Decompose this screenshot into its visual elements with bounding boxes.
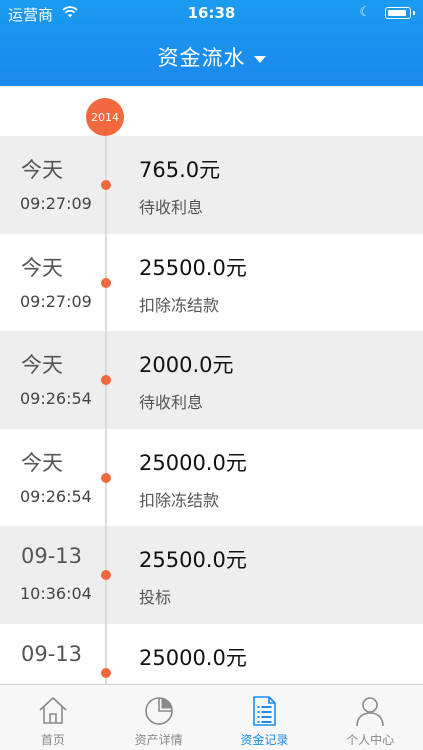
timeline-dot bbox=[101, 180, 111, 190]
record-row[interactable]: 09-13 25000.0元 bbox=[0, 624, 423, 685]
nav-title-dropdown[interactable]: 资金流水 bbox=[0, 42, 423, 72]
person-icon bbox=[356, 697, 384, 727]
battery-icon bbox=[385, 7, 415, 19]
record-time: 09:27:09 bbox=[20, 194, 92, 213]
record-time: 10:36:04 bbox=[20, 584, 92, 603]
record-day: 09-13 bbox=[21, 544, 83, 568]
record-list: 今天 09:27:09 765.0元 待收利息 今天 09:27:09 2550… bbox=[0, 136, 423, 684]
record-row[interactable]: 今天 09:26:54 2000.0元 待收利息 bbox=[0, 331, 423, 429]
moon-icon: ☾ bbox=[359, 5, 371, 20]
record-row[interactable]: 今天 09:26:54 25000.0元 扣除冻结款 bbox=[0, 429, 423, 527]
record-day: 今天 bbox=[21, 353, 63, 377]
timeline-dot bbox=[101, 667, 111, 678]
timeline-line bbox=[105, 116, 107, 684]
pie-chart-icon bbox=[144, 697, 173, 725]
tab-bar: 首页 资产详情 资金记录 个人中心 bbox=[0, 684, 423, 750]
record-amount: 25500.0元 bbox=[139, 548, 247, 572]
record-amount: 25000.0元 bbox=[139, 645, 247, 670]
tab-assets[interactable]: 资产详情 bbox=[106, 685, 212, 750]
record-row[interactable]: 今天 09:27:09 25500.0元 扣除冻结款 bbox=[0, 234, 423, 332]
record-time: 09:27:09 bbox=[20, 291, 92, 311]
record-type: 待收利息 bbox=[139, 198, 204, 217]
record-amount: 25000.0元 bbox=[139, 450, 247, 475]
record-type: 扣除冻结款 bbox=[139, 295, 220, 315]
home-icon bbox=[39, 697, 67, 724]
record-day: 09-13 bbox=[21, 641, 83, 666]
top-bar: 运营商 16:38 ☾ 资金流水 bbox=[0, 0, 423, 86]
timeline-dot bbox=[101, 277, 111, 288]
page-title: 资金流水 bbox=[157, 46, 246, 70]
year-badge: 2014 bbox=[86, 98, 124, 136]
tab-home[interactable]: 首页 bbox=[0, 685, 106, 750]
tab-label: 个人中心 bbox=[346, 733, 395, 747]
timeline-dot bbox=[101, 570, 111, 580]
record-amount: 765.0元 bbox=[139, 158, 221, 182]
record-time: 09:26:54 bbox=[20, 486, 92, 506]
document-list-icon bbox=[253, 696, 277, 726]
fund-flow-timeline[interactable]: 2014 今天 09:27:09 765.0元 待收利息 今天 09:27:09… bbox=[0, 86, 423, 684]
tab-fund-records[interactable]: 资金记录 bbox=[212, 685, 318, 750]
status-bar: 运营商 16:38 ☾ bbox=[0, 0, 423, 28]
record-time: 09:26:54 bbox=[20, 389, 92, 408]
record-amount: 2000.0元 bbox=[139, 353, 234, 377]
tab-label: 首页 bbox=[40, 733, 65, 747]
timeline-dot bbox=[101, 375, 111, 385]
record-row[interactable]: 今天 09:27:09 765.0元 待收利息 bbox=[0, 136, 423, 234]
record-type: 待收利息 bbox=[139, 393, 204, 412]
record-day: 今天 bbox=[21, 158, 63, 182]
record-type: 投标 bbox=[139, 588, 172, 607]
tab-label: 资产详情 bbox=[134, 733, 183, 747]
record-day: 今天 bbox=[21, 450, 63, 475]
timeline-dot bbox=[101, 472, 111, 483]
tab-label: 资金记录 bbox=[240, 733, 289, 747]
record-day: 今天 bbox=[21, 255, 63, 280]
record-row[interactable]: 09-13 10:36:04 25500.0元 投标 bbox=[0, 526, 423, 624]
record-amount: 25500.0元 bbox=[139, 255, 247, 280]
record-type: 扣除冻结款 bbox=[139, 490, 220, 510]
caret-down-icon bbox=[253, 55, 266, 63]
tab-profile[interactable]: 个人中心 bbox=[317, 685, 423, 750]
